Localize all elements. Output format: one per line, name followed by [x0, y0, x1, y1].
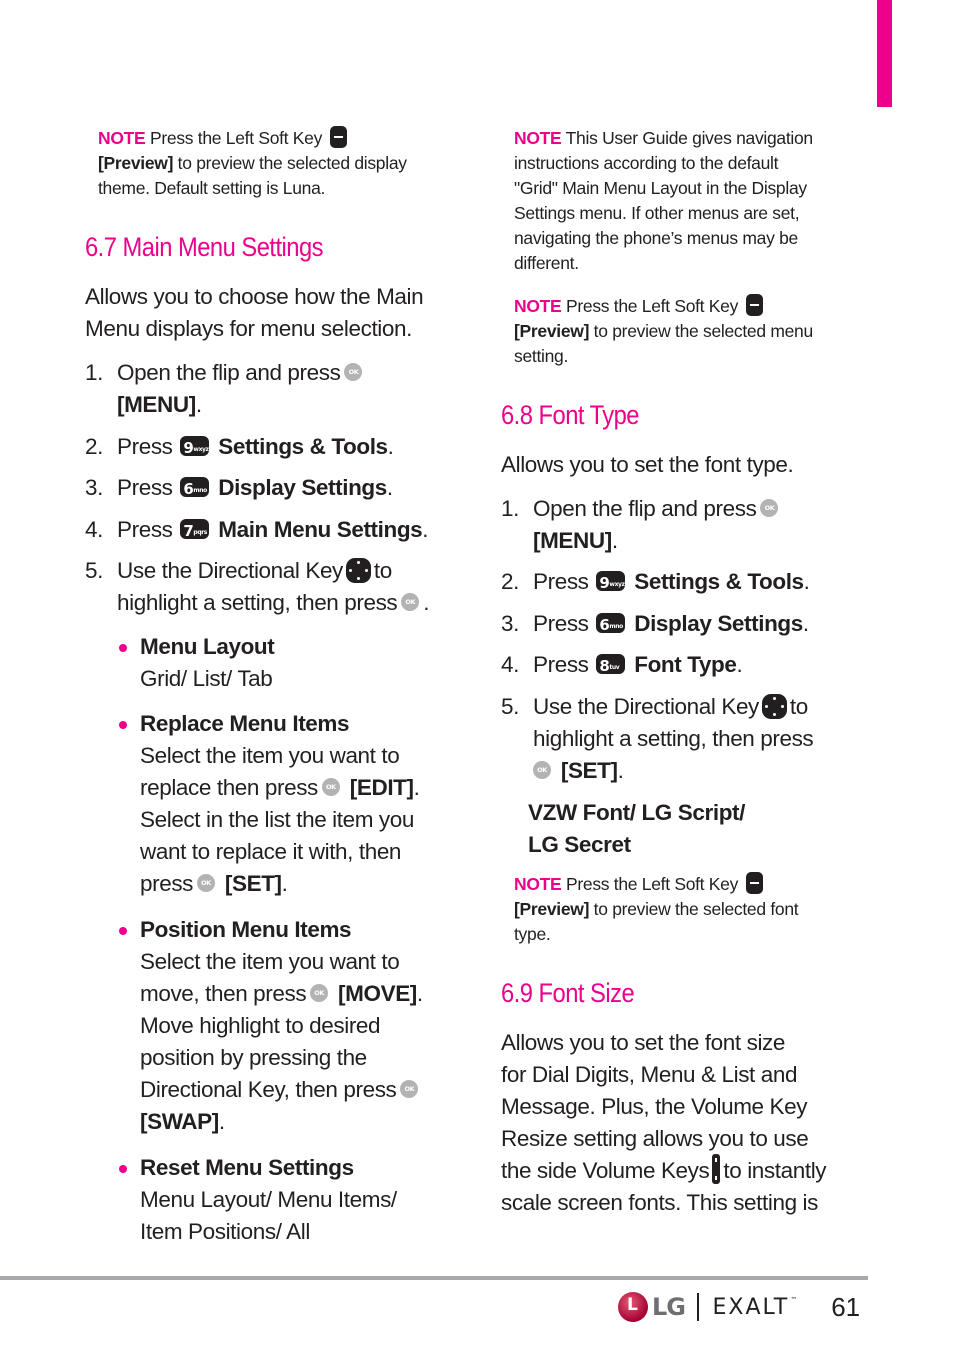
section-heading-font-size: 6.9 Font Size [501, 978, 635, 1008]
footer: LG EXALT™ 61 [618, 1290, 860, 1324]
ok-key-icon: OK [760, 499, 779, 518]
note-label: NOTE [514, 296, 562, 316]
key-6-icon: 6mno [596, 613, 626, 634]
note-display-theme: NOTE Press the Left Soft Key [Preview] t… [98, 126, 407, 198]
left-soft-key-icon [745, 294, 763, 317]
note-grid-layout: NOTE This User Guide gives navigation in… [514, 128, 813, 273]
key-9-icon: 9wxyz [596, 571, 626, 592]
brand-name: LG [652, 1293, 686, 1321]
ok-key-icon: OK [197, 874, 216, 893]
note-font-preview: NOTE Press the Left Soft Key [Preview] t… [514, 872, 799, 944]
key-8-icon: 8tuv [596, 654, 626, 675]
product-name: EXALT™ [712, 1294, 800, 1320]
volume-keys-icon [712, 1154, 721, 1185]
ok-key-icon: OK [400, 1080, 419, 1099]
bullet-icon [119, 644, 127, 652]
lg-logo-icon [618, 1292, 648, 1322]
note-label: NOTE [98, 128, 146, 148]
key-9-icon: 9wxyz [180, 436, 210, 457]
ok-key-icon: OK [401, 593, 420, 612]
section-intro: Allows you to choose how the Main Menu d… [85, 284, 424, 341]
section-heading-font-type: 6.8 Font Type [501, 400, 640, 430]
option-menu-layout: Menu Layout Grid/ List/ Tab [119, 631, 275, 695]
footer-separator [697, 1293, 699, 1321]
option-position-menu-items: Position Menu Items Select the item you … [119, 914, 423, 1138]
note-label: NOTE [514, 128, 562, 148]
directional-key-icon [345, 557, 371, 583]
ok-key-icon: OK [344, 363, 363, 382]
ok-key-icon: OK [321, 778, 340, 797]
directional-key-icon [761, 693, 787, 719]
page-number: 61 [831, 1291, 861, 1322]
note-label: NOTE [514, 874, 562, 894]
left-soft-key-icon [745, 872, 763, 895]
left-soft-key-icon [329, 126, 347, 149]
key-6-icon: 6mno [180, 477, 210, 498]
note-menu-preview: NOTE Press the Left Soft Key [Preview] t… [514, 294, 813, 366]
section-heading-main-menu-settings: 6.7 Main Menu Settings [85, 232, 324, 262]
ok-key-icon: OK [310, 984, 329, 1003]
option-replace-menu-items: Replace Menu Items Select the item you w… [119, 708, 420, 900]
footer-rule [0, 1276, 868, 1280]
chapter-tab-marker [877, 0, 892, 107]
option-reset-menu-settings: Reset Menu Settings Menu Layout/ Menu It… [119, 1152, 397, 1248]
key-7-icon: 7pqrs [180, 519, 210, 540]
bullet-icon [119, 721, 127, 729]
font-size-description: Allows you to set the font size for Dial… [501, 1030, 827, 1216]
font-type-options: VZW Font/ LG Script/ LG Secret [528, 800, 745, 857]
bullet-icon [119, 1165, 127, 1173]
bullet-icon [119, 927, 127, 935]
ok-key-icon: OK [533, 761, 551, 780]
section-intro: Allows you to set the font type. [501, 452, 794, 477]
